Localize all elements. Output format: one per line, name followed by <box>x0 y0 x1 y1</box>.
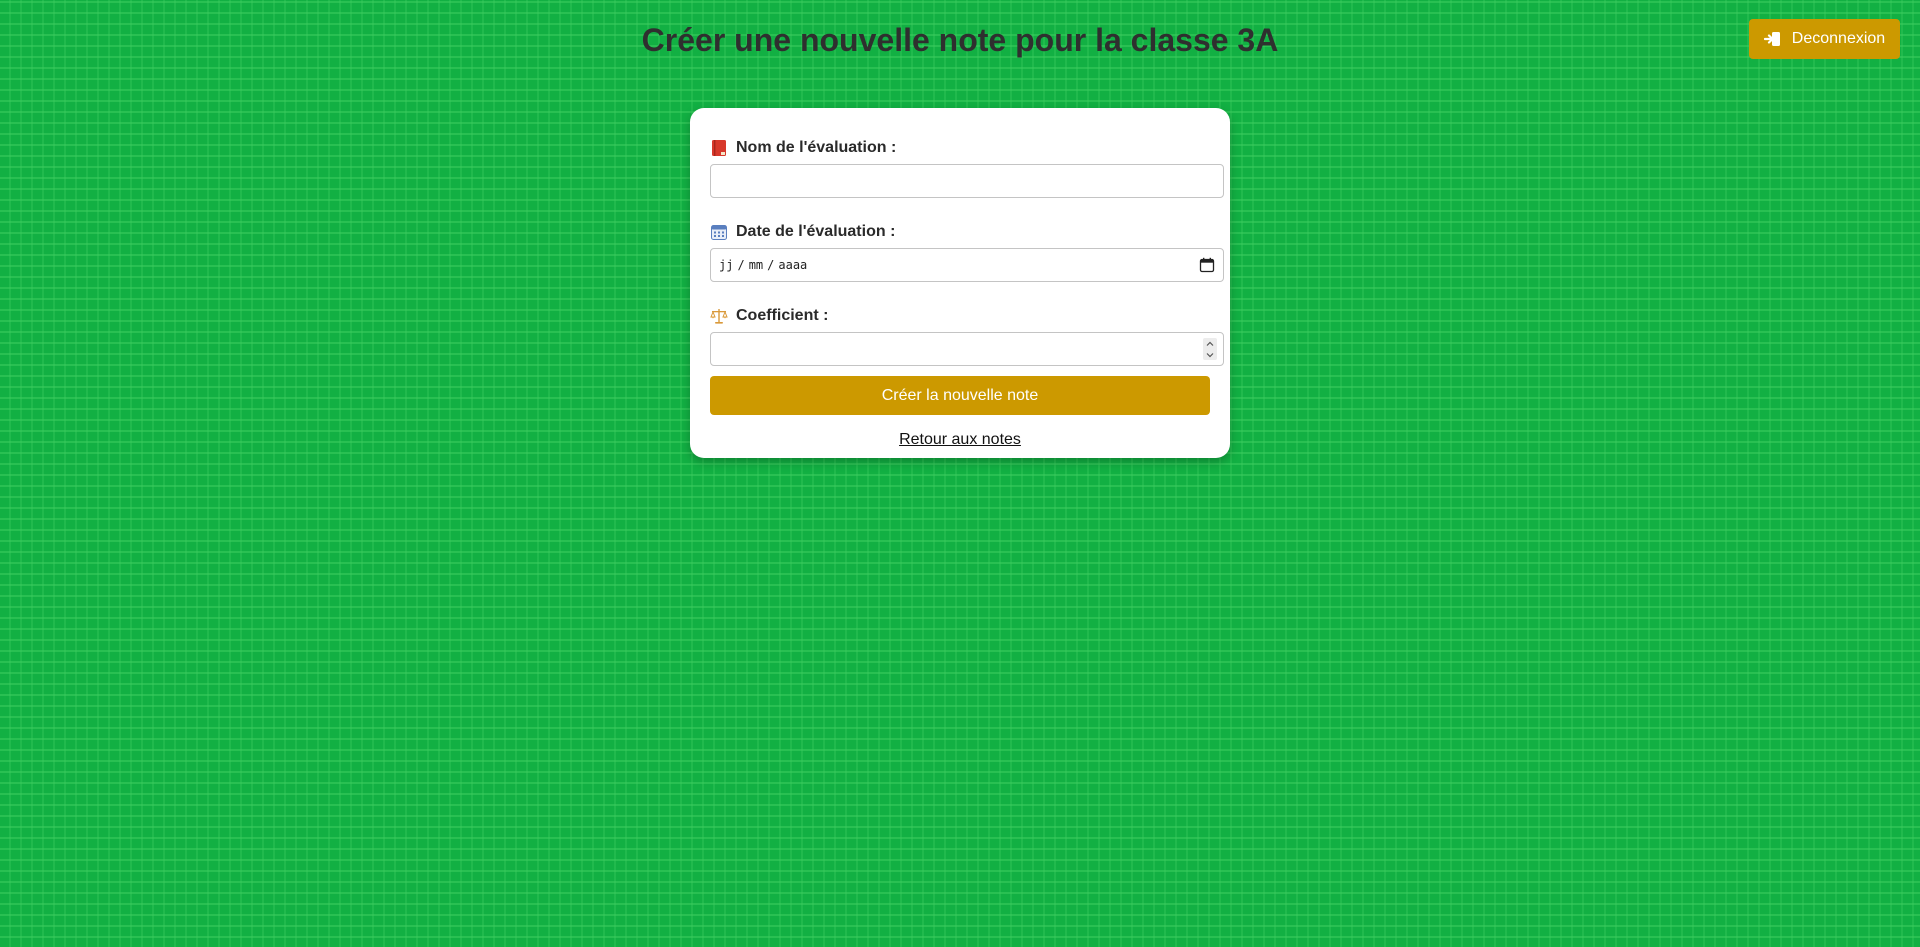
coef-label-text: Coefficient : <box>736 307 829 324</box>
evaluation-name-input[interactable] <box>710 164 1224 198</box>
coefficient-input[interactable] <box>710 332 1224 366</box>
date-field-label: Date de l'évaluation : <box>710 222 1224 242</box>
scales-icon <box>710 309 728 324</box>
number-stepper[interactable] <box>1203 338 1217 360</box>
calendar-picker-icon[interactable] <box>1199 257 1215 273</box>
coef-field-label: Coefficient : <box>710 306 1224 326</box>
stepper-up-icon[interactable] <box>1206 340 1214 348</box>
date-day-segment[interactable]: jj <box>719 258 733 272</box>
back-to-notes-link[interactable]: Retour aux notes <box>710 431 1210 449</box>
calendar-icon <box>711 225 727 240</box>
book-icon <box>712 140 726 156</box>
date-separator: / <box>767 258 775 272</box>
date-year-segment[interactable]: aaaa <box>778 258 807 272</box>
new-note-form: Nom de l'évaluation : Date de l'évaluati… <box>690 108 1230 458</box>
logout-icon <box>1763 32 1780 46</box>
create-note-button[interactable]: Créer la nouvelle note <box>710 376 1210 415</box>
name-label-text: Nom de l'évaluation : <box>736 139 897 156</box>
name-field-label: Nom de l'évaluation : <box>710 138 1224 158</box>
date-label-text: Date de l'évaluation : <box>736 223 896 240</box>
evaluation-date-input[interactable]: jj / mm / aaaa <box>710 248 1224 282</box>
logout-label: Deconnexion <box>1791 30 1886 47</box>
page-title: Créer une nouvelle note pour la classe 3… <box>641 22 1279 58</box>
date-separator: / <box>737 258 745 272</box>
stepper-down-icon[interactable] <box>1206 351 1214 359</box>
logout-button[interactable]: Deconnexion <box>1749 19 1900 59</box>
date-month-segment[interactable]: mm <box>749 258 763 272</box>
